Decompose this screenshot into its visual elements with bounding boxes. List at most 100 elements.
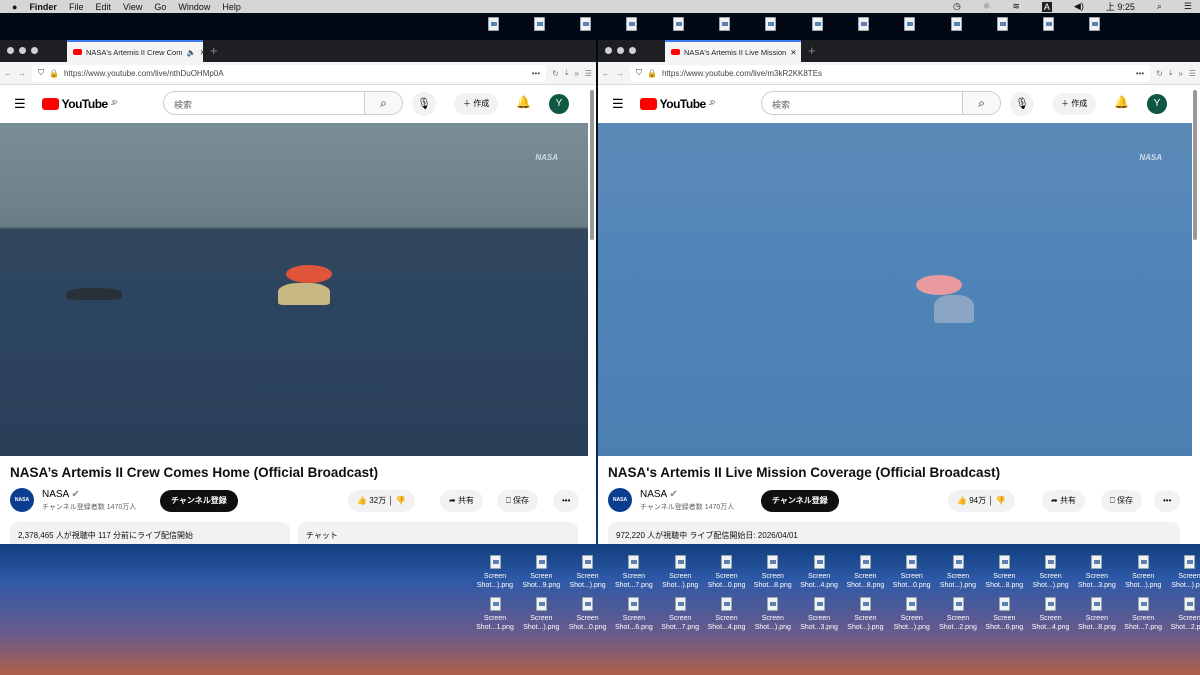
browser-tab[interactable]: NASA's Artemis II Crew Com🔈 ✕ [67,40,203,62]
spotlight-icon[interactable]: ⌕ [1157,1,1162,12]
overflow-icon[interactable]: » [574,69,578,78]
notification-center-icon[interactable]: ☰ [1184,1,1192,12]
menu-icon[interactable]: ☰ [585,69,592,78]
desktop-file-icon[interactable]: Screen Shot...).png [565,555,611,590]
desktop-file-icon[interactable]: Screen Shot...8.png [750,555,796,590]
new-tab-button[interactable]: + [808,43,816,58]
reload-button[interactable]: ↻ [552,69,559,78]
subscribe-button[interactable]: チャンネル登録 [761,490,839,512]
speaker-icon[interactable]: 🔈 [186,48,195,57]
desktop-file-icon[interactable]: Screen Shot...8.png [981,555,1027,590]
desktop-file-icon[interactable]: Screen Shot...0.png [889,555,935,590]
desktop-file-icon[interactable] [702,17,748,34]
create-button[interactable]: ＋ 作成 [454,93,499,115]
desktop-file-icon[interactable] [655,17,701,34]
bell-icon[interactable]: 🔔 [1114,95,1129,109]
desktop-file-icon[interactable] [794,17,840,34]
search-input[interactable]: 検索 [164,92,364,114]
overflow-icon[interactable]: » [1178,69,1182,78]
more-button[interactable]: ••• [1154,490,1181,512]
desktop-file-icon[interactable]: Screen Shot...6.png [611,597,657,632]
bluetooth-icon[interactable]: ✱ [983,1,991,12]
wifi-icon[interactable]: ≋ [1012,1,1020,12]
desktop-file-icon[interactable]: Screen Shot...).png [657,555,703,590]
channel-info[interactable]: NASA NASA ✔ チャンネル登録者数 1470万人 [10,488,136,512]
desktop-file-icon[interactable]: Screen Shot...).png [1167,555,1200,590]
save-button[interactable]: ⎕ 保存 [497,490,539,512]
desktop-file-icon[interactable] [470,17,516,34]
youtube-logo[interactable]: YouTube JP [41,97,117,111]
scrollbar[interactable] [1193,90,1197,240]
apple-icon[interactable]: ● [12,2,17,12]
desktop-file-icon[interactable] [933,17,979,34]
desktop-file-icon[interactable] [1072,17,1118,34]
chat-panel[interactable]: チャット [298,522,578,544]
reload-button[interactable]: ↻ [1156,69,1163,78]
desktop-file-icon[interactable]: Screen Shot...).png [935,555,981,590]
desktop-file-icon[interactable]: Screen Shot...).png [842,597,888,632]
youtube-logo[interactable]: YouTube JP [639,97,715,111]
close-tab-icon[interactable]: ✕ [790,48,796,57]
desktop-file-icon[interactable] [748,17,794,34]
desktop-file-icon[interactable]: Screen Shot...9.png [518,555,564,590]
close-tab-icon[interactable]: ✕ [200,48,203,57]
window-controls[interactable] [605,47,636,54]
desktop-file-icon[interactable] [516,17,562,34]
back-button[interactable]: ← [602,69,610,78]
menu-finder[interactable]: Finder [29,2,57,12]
menu-go[interactable]: Go [154,2,166,12]
microphone-icon[interactable]: 🎙 [1010,92,1034,116]
desktop-file-icon[interactable]: Screen Shot...7.png [1120,597,1166,632]
subscribe-button[interactable]: チャンネル登録 [160,490,238,512]
desktop-file-icon[interactable]: Screen Shot...).png [472,555,518,590]
desktop-file-icon[interactable]: Screen Shot...).png [750,597,796,632]
page-actions-icon[interactable]: ••• [1136,69,1144,78]
channel-avatar[interactable]: NASA [10,488,34,512]
search-button[interactable]: ⌕ [364,92,402,114]
desktop-file-icon[interactable]: Screen Shot...2.png [1167,597,1200,632]
scrollbar[interactable] [590,90,594,240]
hamburger-icon[interactable]: ☰ [14,96,26,112]
video-description[interactable]: 2,378,465 人が視聴中 117 分前にライブ配信開始 [10,522,290,544]
desktop-file-icon[interactable] [1026,17,1072,34]
bell-icon[interactable]: 🔔 [516,95,531,109]
desktop-file-icon[interactable] [563,17,609,34]
search-box[interactable]: 検索 ⌕ [761,91,1001,115]
browser-tab[interactable]: NASA's Artemis II Live Mission ✕ [665,40,801,62]
hamburger-icon[interactable]: ☰ [612,96,624,112]
address-bar[interactable]: ⛉ 🔒 https://www.youtube.com/live/m3kR2KK8T… [630,64,1151,82]
channel-name[interactable]: NASA [42,489,69,500]
menu-help[interactable]: Help [222,2,241,12]
desktop-file-icon[interactable]: Screen Shot...).png [1028,555,1074,590]
window-controls[interactable] [7,47,38,54]
desktop-file-icon[interactable]: Screen Shot...3.png [796,597,842,632]
input-source-icon[interactable]: A [1041,1,1052,12]
desktop-file-icon[interactable] [840,17,886,34]
desktop-file-icon[interactable]: Screen Shot...6.png [981,597,1027,632]
menu-edit[interactable]: Edit [95,2,111,12]
desktop-file-icon[interactable] [609,17,655,34]
downloads-icon[interactable]: ⤓ [565,68,569,78]
desktop-file-icon[interactable]: Screen Shot...4.png [1028,597,1074,632]
menu-window[interactable]: Window [178,2,210,12]
clock[interactable]: 上 9:25 [1106,0,1135,13]
avatar[interactable]: Y [1147,94,1167,114]
desktop-file-icon[interactable]: Screen Shot...8.png [1074,597,1120,632]
search-button[interactable]: ⌕ [962,92,1000,114]
desktop-file-icon[interactable] [979,17,1025,34]
channel-avatar[interactable]: NASA [608,488,632,512]
desktop-file-icon[interactable]: Screen Shot...0.png [704,555,750,590]
desktop-file-icon[interactable]: Screen Shot...0.png [565,597,611,632]
like-button[interactable]: 👍 32万 │ 👎 [348,490,415,512]
search-input[interactable]: 検索 [762,92,962,114]
downloads-icon[interactable]: ⤓ [1169,68,1173,78]
desktop-file-icon[interactable]: Screen Shot...7.png [657,597,703,632]
microphone-icon[interactable]: 🎙 [412,92,436,116]
like-button[interactable]: 👍 94万 │ 👎 [948,490,1015,512]
share-button[interactable]: ➦ 共有 [1042,490,1085,512]
desktop-file-icon[interactable] [887,17,933,34]
new-tab-button[interactable]: + [210,43,218,58]
avatar[interactable]: Y [549,94,569,114]
video-player[interactable]: NASA [0,123,588,456]
desktop-file-icon[interactable]: Screen Shot...3.png [1074,555,1120,590]
